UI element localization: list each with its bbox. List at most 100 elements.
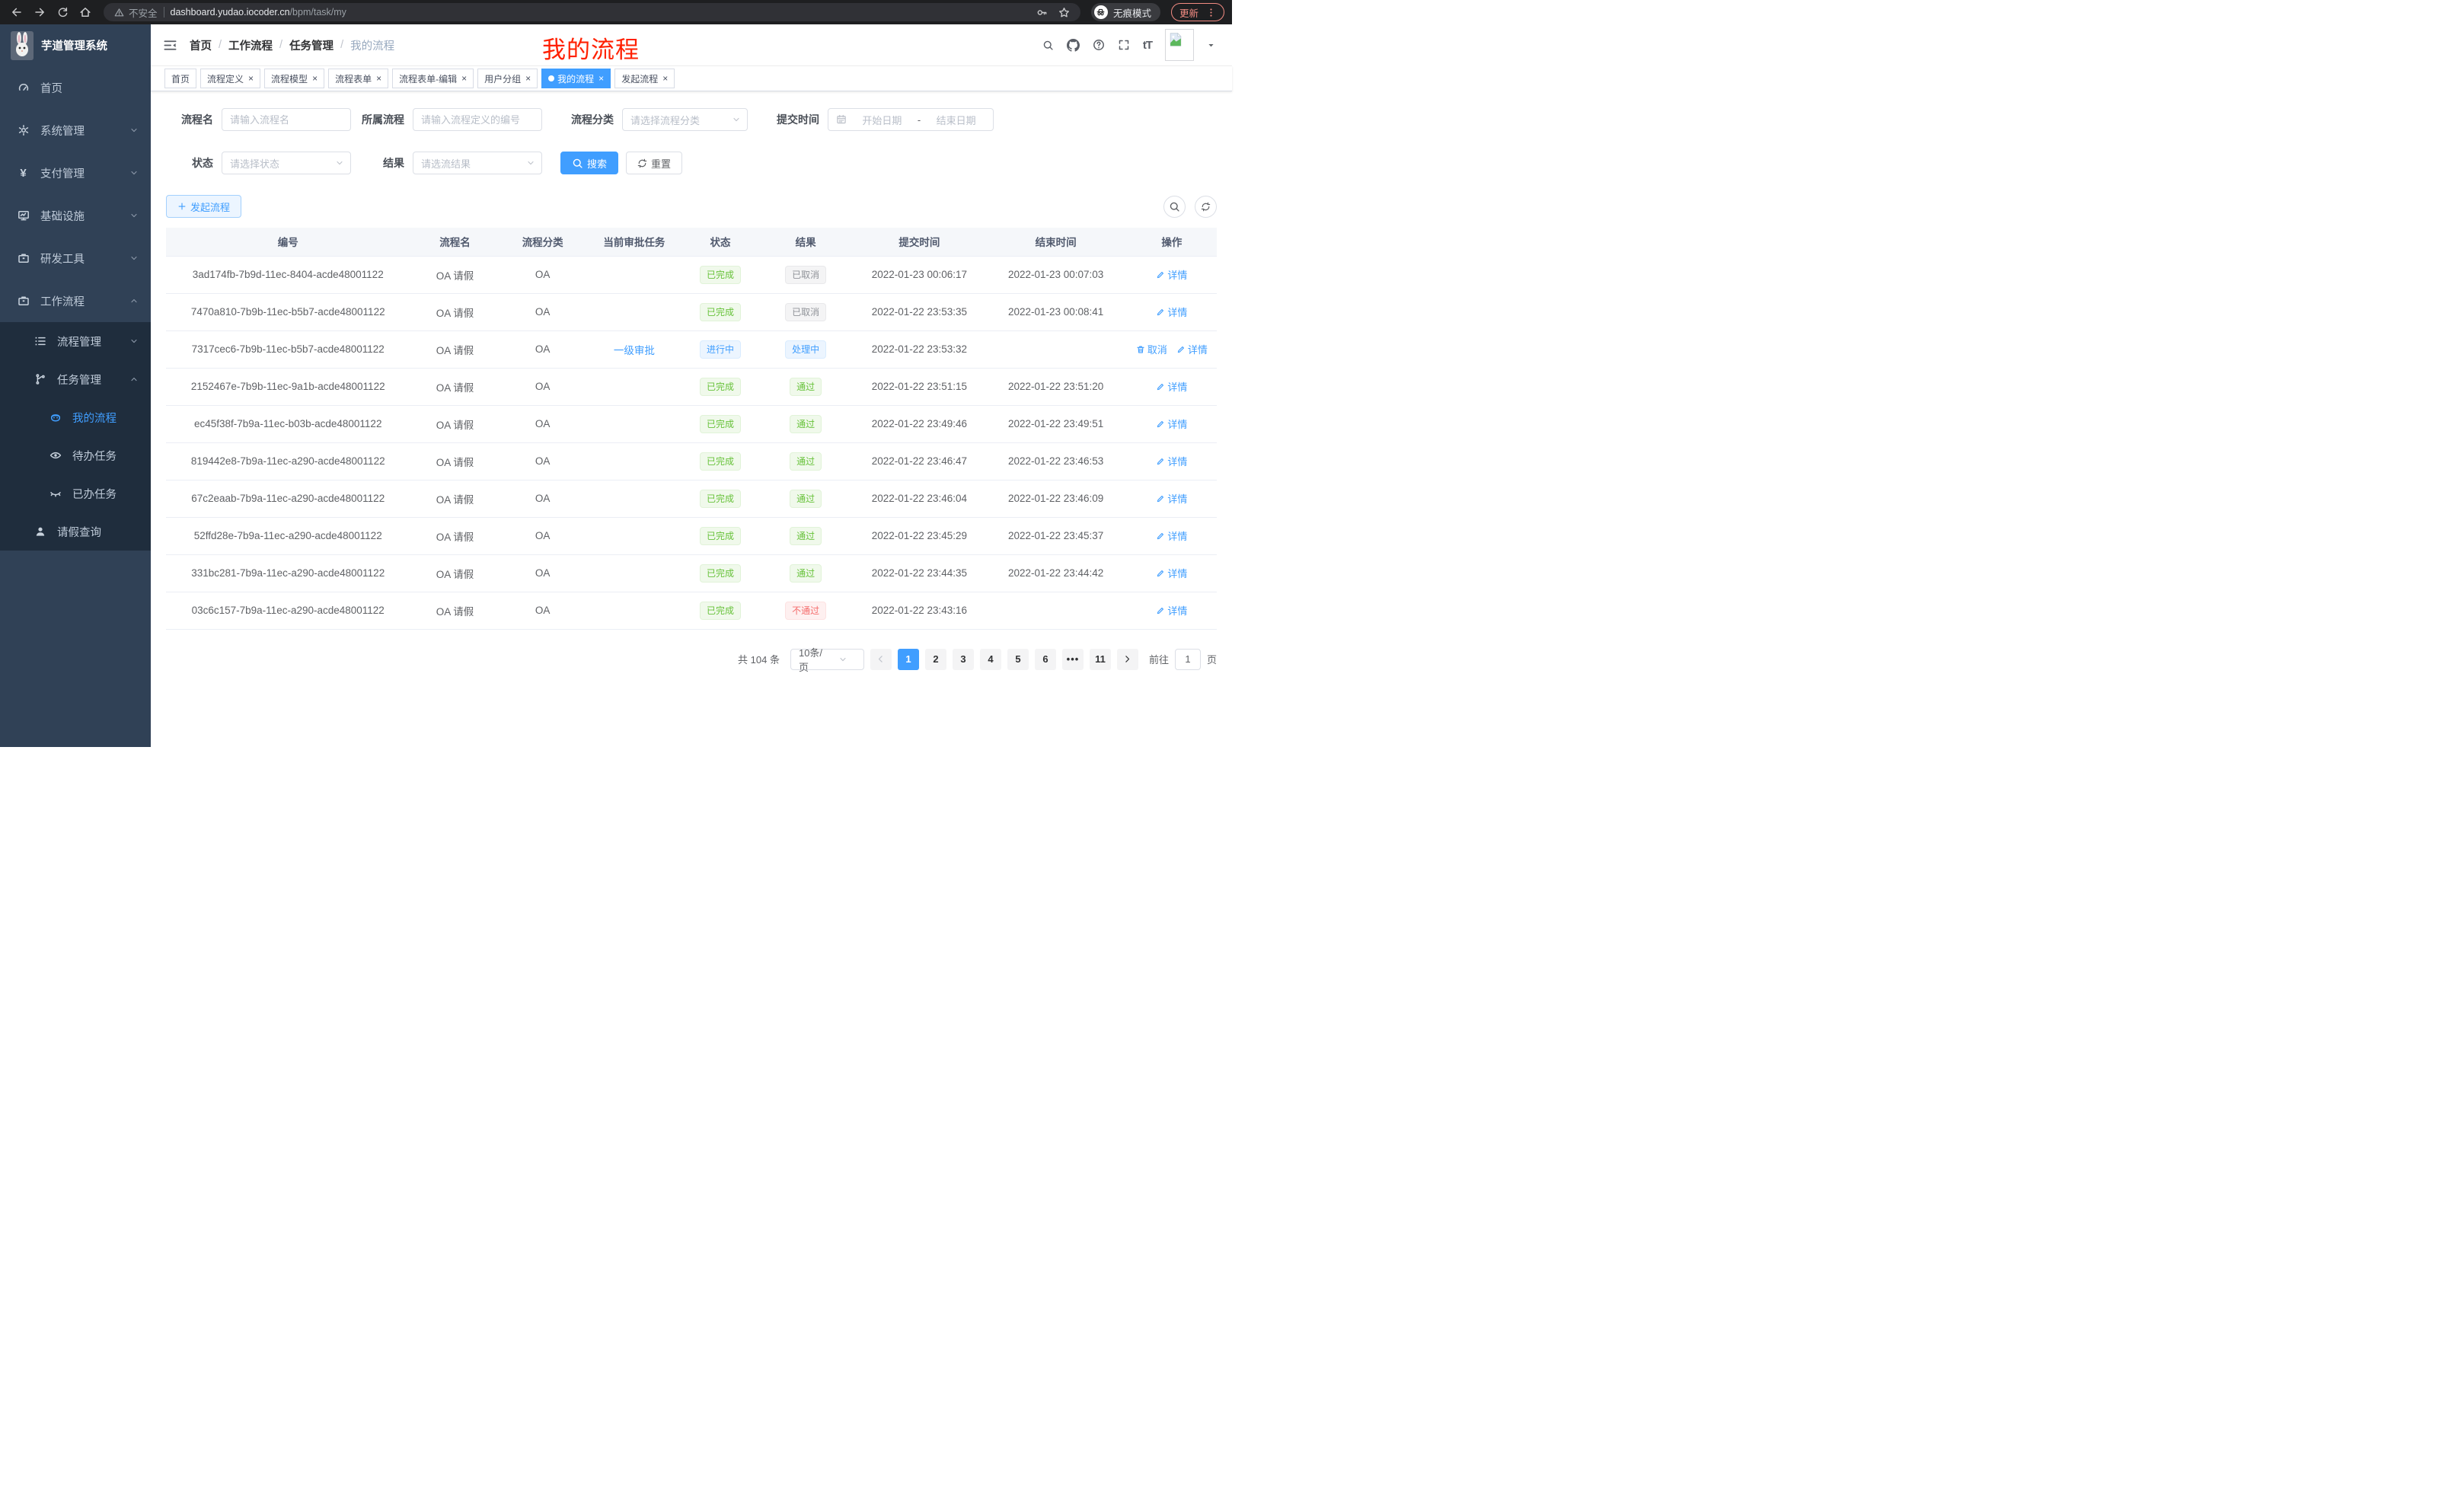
detail-button[interactable]: 详情 [1156, 305, 1187, 319]
tab-流程定义[interactable]: 流程定义× [200, 69, 260, 88]
avatar[interactable] [1165, 29, 1194, 61]
tab-用户分组[interactable]: 用户分组× [477, 69, 538, 88]
end-time-cell: 2022-01-23 00:07:03 [985, 256, 1126, 293]
toggle-search-button[interactable] [1163, 196, 1186, 218]
sidebar-item-首页[interactable]: 首页 [0, 66, 151, 109]
page-button-6[interactable]: 6 [1035, 649, 1056, 670]
tab-流程模型[interactable]: 流程模型× [264, 69, 324, 88]
status-tag: 已完成 [700, 266, 741, 284]
edit-icon [1156, 308, 1165, 317]
close-icon[interactable]: × [312, 73, 318, 84]
current-task-link[interactable]: 一级审批 [614, 345, 655, 356]
goto-page-input[interactable] [1175, 649, 1201, 670]
sidebar-item-系统管理[interactable]: 系统管理 [0, 109, 151, 152]
breadcrumb-item[interactable]: 任务管理 [289, 37, 334, 53]
tab-我的流程[interactable]: 我的流程× [541, 69, 611, 88]
page-button-11[interactable]: 11 [1090, 649, 1111, 670]
close-icon[interactable]: × [662, 73, 668, 84]
submit-time-cell: 2022-01-22 23:51:15 [854, 368, 985, 405]
detail-button[interactable]: 详情 [1156, 417, 1187, 431]
result-tag: 通过 [790, 527, 822, 545]
actions-cell: 详情 [1127, 293, 1217, 330]
sidebar-item-支付管理[interactable]: ¥支付管理 [0, 152, 151, 194]
page-button-3[interactable]: 3 [953, 649, 974, 670]
key-icon[interactable] [1036, 7, 1048, 18]
process-id-cell: 819442e8-7b9a-11ec-a290-acde48001122 [166, 442, 410, 480]
close-icon[interactable]: × [461, 73, 467, 84]
detail-button[interactable]: 详情 [1156, 379, 1187, 394]
detail-button[interactable]: 详情 [1156, 454, 1187, 468]
address-bar[interactable]: 不安全 dashboard.yudao.iocoder.cn/bpm/task/… [104, 3, 1080, 21]
github-icon[interactable] [1067, 39, 1080, 52]
detail-button[interactable]: 详情 [1156, 603, 1187, 618]
process-id-cell: 331bc281-7b9a-11ec-a290-acde48001122 [166, 554, 410, 592]
status-select[interactable]: 请选择状态 [222, 152, 351, 174]
more-pages-button[interactable]: ••• [1062, 649, 1084, 670]
sidebar-item-研发工具[interactable]: 研发工具 [0, 237, 151, 279]
detail-button[interactable]: 详情 [1156, 566, 1187, 580]
page-size-select[interactable]: 10条/页 [790, 649, 864, 670]
close-icon[interactable]: × [525, 73, 531, 84]
category-select[interactable]: 请选择流程分类 [622, 108, 748, 131]
detail-button[interactable]: 详情 [1156, 491, 1187, 506]
font-size-icon[interactable]: tT [1143, 39, 1152, 52]
tab-首页[interactable]: 首页 [164, 69, 196, 88]
search-button[interactable]: 搜索 [560, 152, 618, 174]
breadcrumb-item[interactable]: 首页 [190, 37, 212, 53]
hamburger-icon[interactable] [163, 38, 177, 53]
page-button-1[interactable]: 1 [898, 649, 919, 670]
sidebar-item-任务管理[interactable]: 任务管理 [0, 360, 151, 398]
sidebar-item-我的流程[interactable]: 我的流程 [0, 398, 151, 436]
sidebar-logo[interactable]: 芋道管理系统 [0, 24, 151, 66]
create-process-button[interactable]: 发起流程 [166, 195, 241, 218]
page-button-5[interactable]: 5 [1007, 649, 1029, 670]
reload-button[interactable] [53, 3, 72, 21]
sidebar-item-流程管理[interactable]: 流程管理 [0, 322, 151, 360]
sidebar-item-请假查询[interactable]: 请假查询 [0, 512, 151, 551]
back-icon[interactable] [8, 3, 26, 21]
result-cell: 处理中 [758, 330, 854, 368]
help-icon[interactable] [1093, 39, 1105, 51]
fullscreen-icon[interactable] [1118, 39, 1130, 51]
close-icon[interactable]: × [598, 73, 604, 84]
next-page-button[interactable] [1117, 649, 1138, 670]
sidebar-item-已办任务[interactable]: 已办任务 [0, 474, 151, 512]
page-button-4[interactable]: 4 [980, 649, 1001, 670]
detail-button[interactable]: 详情 [1156, 528, 1187, 543]
filter-row-1: 流程名 所属流程 流程分类 请选择流程分类 提交时间 [166, 108, 1217, 131]
status-cell: 已完成 [683, 405, 758, 442]
sidebar-item-label: 已办任务 [72, 486, 116, 502]
sidebar-item-待办任务[interactable]: 待办任务 [0, 436, 151, 474]
process-name-input[interactable] [222, 108, 351, 131]
process-id-cell: 3ad174fb-7b9d-11ec-8404-acde48001122 [166, 256, 410, 293]
sidebar-item-工作流程[interactable]: 工作流程 [0, 279, 151, 322]
forward-icon[interactable] [30, 3, 49, 21]
sidebar-item-基础设施[interactable]: 基础设施 [0, 194, 151, 237]
reset-button[interactable]: 重置 [626, 152, 682, 174]
detail-button[interactable]: 详情 [1156, 267, 1187, 282]
browser-update-button[interactable]: 更新 [1171, 3, 1224, 21]
home-button[interactable] [76, 3, 94, 21]
close-icon[interactable]: × [376, 73, 381, 84]
refresh-table-button[interactable] [1195, 196, 1217, 218]
breadcrumb-item[interactable]: 工作流程 [228, 37, 273, 53]
tab-发起流程[interactable]: 发起流程× [614, 69, 675, 88]
chevron-down-icon [129, 254, 139, 263]
edit-icon [1176, 345, 1186, 354]
star-icon[interactable] [1058, 7, 1070, 18]
process-id-cell: 7470a810-7b9b-11ec-b5b7-acde48001122 [166, 293, 410, 330]
search-icon[interactable] [1042, 40, 1054, 51]
kebab-menu-icon[interactable] [1206, 8, 1216, 18]
prev-page-button[interactable] [870, 649, 892, 670]
page-button-2[interactable]: 2 [925, 649, 946, 670]
status-cell: 已完成 [683, 368, 758, 405]
date-range-picker[interactable]: 开始日期 - 结束日期 [828, 108, 994, 131]
process-def-input[interactable] [413, 108, 542, 131]
tab-流程表单[interactable]: 流程表单× [328, 69, 388, 88]
close-icon[interactable]: × [248, 73, 254, 84]
result-select[interactable]: 请选流结果 [413, 152, 542, 174]
cancel-button[interactable]: 取消 [1136, 342, 1167, 356]
tab-流程表单-编辑[interactable]: 流程表单-编辑× [392, 69, 474, 88]
detail-button[interactable]: 详情 [1176, 342, 1208, 356]
caret-down-icon[interactable] [1207, 41, 1215, 49]
